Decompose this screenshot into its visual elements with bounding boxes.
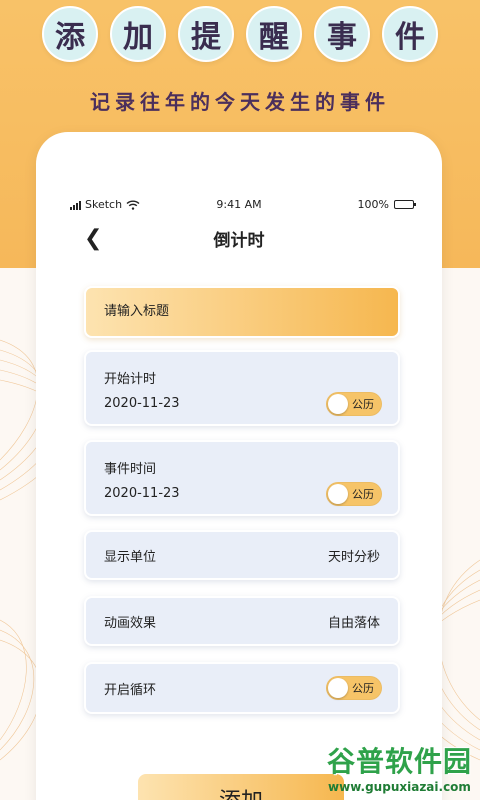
title-char: 醒	[246, 6, 302, 62]
toggle-label: 公历	[352, 682, 374, 695]
toggle-label: 公历	[352, 398, 374, 411]
start-time-card[interactable]: 开始计时 2020-11-23 公历	[84, 350, 400, 426]
title-char: 件	[382, 6, 438, 62]
watermark-logo: 谷普软件园 www.gupuxiazai.com	[327, 740, 472, 794]
event-time-label: 事件时间	[104, 462, 157, 477]
toggle-knob	[328, 484, 348, 504]
nav-bar: ❮ 倒计时	[36, 222, 442, 252]
display-unit-row[interactable]: 显示单位 天时分秒	[84, 530, 400, 580]
animation-effect-label: 动画效果	[104, 616, 157, 631]
animation-effect-value: 自由落体	[327, 616, 380, 631]
title-char: 添	[42, 6, 98, 62]
display-unit-value: 天时分秒	[327, 550, 380, 565]
loop-label: 开启循环	[104, 683, 157, 698]
status-right: 100%	[357, 198, 416, 211]
header-subtitle: 记录往年的今天发生的事件	[90, 90, 390, 114]
display-unit-label: 显示单位	[104, 550, 157, 565]
add-button[interactable]: 添加	[136, 772, 346, 800]
loop-row[interactable]: 开启循环 公历	[84, 662, 400, 714]
event-time-card[interactable]: 事件时间 2020-11-23 公历	[84, 440, 400, 516]
title-char: 事	[314, 6, 370, 62]
watermark-name: 谷普软件园	[326, 745, 472, 778]
title-char: 提	[178, 6, 234, 62]
title-char: 加	[110, 6, 166, 62]
toggle-label: 公历	[352, 488, 374, 501]
start-date-value[interactable]: 2020-11-23	[104, 396, 180, 411]
event-date-value[interactable]: 2020-11-23	[104, 486, 180, 501]
battery-label: 100%	[357, 198, 389, 211]
loop-toggle[interactable]: 公历	[326, 676, 382, 700]
page-title: 倒计时	[213, 231, 265, 251]
header-title: 添 加 提 醒 事 件	[0, 6, 480, 62]
phone-frame: Sketch 9:41 AM 100% ❮ 倒计时 请输入标题 开始计时 202…	[36, 132, 442, 800]
watermark-url: www.gupuxiazai.com	[328, 780, 471, 794]
battery-icon	[394, 200, 416, 209]
animation-effect-row[interactable]: 动画效果 自由落体	[84, 596, 400, 646]
toggle-knob	[328, 678, 348, 698]
toggle-knob	[328, 394, 348, 414]
event-calendar-toggle[interactable]: 公历	[326, 482, 382, 506]
start-calendar-toggle[interactable]: 公历	[326, 392, 382, 416]
start-time-label: 开始计时	[104, 372, 157, 387]
status-bar: Sketch 9:41 AM 100%	[36, 198, 442, 214]
title-input[interactable]: 请输入标题	[84, 286, 400, 338]
